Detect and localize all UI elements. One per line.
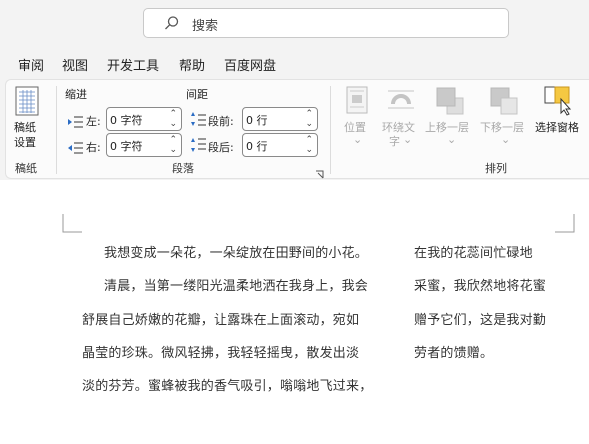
paragraph-line: 舒展自己娇嫩的花瓣，让露珠在上面滚动，宛如	[82, 313, 360, 328]
indent-left-icon	[67, 113, 83, 132]
group-divider	[56, 86, 57, 174]
tab-developer[interactable]: 开发工具	[107, 55, 159, 74]
tab-help[interactable]: 帮助	[179, 55, 205, 74]
spinner-arrows-icon[interactable]: ⌃ ⌄	[169, 135, 177, 155]
manuscript-paper-icon	[15, 86, 41, 122]
search-placeholder: 搜索	[192, 19, 219, 34]
paragraph-line: 劳者的馈赠。	[414, 346, 494, 361]
selection-pane-label: 选择窗格	[535, 121, 579, 134]
gaozhi-settings-button[interactable]: 稿纸 设置	[10, 86, 46, 150]
spacing-before-label: 段前:	[208, 115, 234, 128]
chevron-down-icon: ⌄	[447, 133, 457, 146]
indent-left-value: 0 字符	[110, 114, 143, 127]
wrap-text-icon	[387, 88, 415, 114]
paragraph-line: 我想变成一朵花，一朵绽放在田野间的小花。	[104, 246, 369, 261]
indent-right-input[interactable]: 0 字符 ⌃ ⌄	[106, 133, 182, 157]
group-divider	[330, 86, 331, 174]
paragraph-line: 淡的芬芳。蜜蜂被我的香气吸引，嗡嗡地飞过来，	[82, 379, 373, 394]
send-backward-button[interactable]: 下移一层 ⌄	[479, 86, 531, 150]
tab-view[interactable]: 视图	[62, 55, 88, 74]
spacing-label: 间距	[186, 88, 208, 101]
spacing-after-input[interactable]: 0 行 ⌃ ⌄	[242, 133, 318, 157]
tab-baidu-netdisk[interactable]: 百度网盘	[224, 55, 276, 74]
selection-pane-button[interactable]: 选择窗格	[534, 86, 586, 136]
spacing-after-icon	[190, 137, 206, 157]
wrap-text-button[interactable]: 环绕文 字 ⌄	[380, 86, 422, 150]
position-button[interactable]: 位置 ⌄	[340, 86, 374, 150]
send-backward-icon	[489, 86, 519, 120]
spacing-after-value: 0 行	[246, 140, 268, 153]
spacing-after-label: 段后:	[208, 141, 234, 154]
wrap-text-label-line2: 字	[389, 135, 400, 148]
paragraph-line: 采蜜，我欣然地将花蜜	[414, 279, 547, 294]
gaozhi-button-line2: 设置	[14, 136, 36, 149]
selection-pane-icon	[544, 86, 574, 120]
paragraph-line: 赠予它们，这是我对勤	[414, 313, 547, 328]
paragraph-line: 清晨，当第一缕阳光温柔地洒在我身上，我会	[104, 279, 369, 294]
tab-review[interactable]: 审阅	[18, 55, 44, 74]
arrange-group-label: 排列	[485, 162, 507, 175]
paragraph-line: 晶莹的珍珠。微风轻拂，我轻轻摇曳，散发出淡	[82, 346, 360, 361]
chevron-down-icon: ⌄	[403, 133, 413, 146]
search-icon	[164, 15, 180, 35]
chevron-down-icon: ⌄	[501, 133, 511, 146]
spacing-before-value: 0 行	[246, 114, 268, 127]
position-icon	[346, 86, 368, 118]
spacing-before-input[interactable]: 0 行 ⌃ ⌄	[242, 107, 318, 131]
chevron-down-icon: ⌄	[353, 133, 363, 146]
indent-right-value: 0 字符	[110, 140, 143, 153]
spinner-arrows-icon[interactable]: ⌃ ⌄	[169, 109, 177, 129]
spinner-arrows-icon[interactable]: ⌃ ⌄	[305, 109, 313, 129]
crop-mark-top-right	[555, 214, 575, 238]
gaozhi-group-label: 稿纸	[15, 162, 37, 175]
indent-right-icon	[67, 139, 83, 158]
crop-mark-top-left	[62, 214, 82, 238]
spinner-arrows-icon[interactable]: ⌃ ⌄	[305, 135, 313, 155]
indent-left-label: 左:	[86, 115, 101, 128]
search-box[interactable]: 搜索	[143, 8, 509, 38]
spacing-before-icon	[190, 111, 206, 131]
gaozhi-button-line1: 稿纸	[14, 121, 36, 134]
paragraph-group-label: 段落	[172, 162, 194, 175]
paragraph-line: 在我的花蕊间忙碌地	[414, 246, 533, 261]
bring-forward-button[interactable]: 上移一层 ⌄	[425, 86, 477, 150]
indent-right-label: 右:	[86, 141, 101, 154]
bring-forward-icon	[435, 86, 465, 120]
indent-left-input[interactable]: 0 字符 ⌃ ⌄	[106, 107, 182, 131]
indent-label: 缩进	[65, 88, 87, 101]
